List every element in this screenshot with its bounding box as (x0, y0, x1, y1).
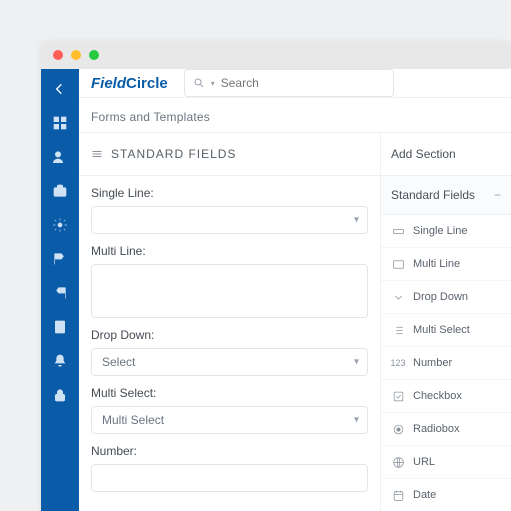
multi-line-input[interactable] (91, 264, 368, 318)
field-label: Drop Down: (91, 328, 368, 342)
field-multi-line: Multi Line: (79, 234, 380, 318)
number-icon: 123 (391, 356, 405, 370)
fieldtype-multi-select[interactable]: Multi Select (381, 314, 511, 347)
dashboard-icon[interactable] (52, 115, 68, 131)
fieldtype-label: URL (413, 456, 435, 468)
section-header: STANDARD FIELDS (79, 133, 380, 176)
multi-select-input[interactable]: Multi Select ▾ (91, 406, 368, 434)
users-icon[interactable] (52, 149, 68, 165)
header: FieldCircle ▾ (79, 69, 511, 98)
form-canvas: STANDARD FIELDS Single Line: ▾ Multi Lin… (79, 132, 381, 511)
field-label: Single Line: (91, 186, 368, 200)
chevron-down-icon: ▾ (211, 79, 215, 88)
select-value: Select (102, 355, 135, 369)
fieldtype-radiobox[interactable]: Radiobox (381, 413, 511, 446)
breadcrumb: Forms and Templates (79, 98, 511, 132)
back-icon[interactable] (52, 81, 68, 97)
main-panel: FieldCircle ▾ Forms and Templates STANDA… (79, 69, 511, 511)
fieldtype-label: Multi Select (413, 324, 470, 336)
minus-icon[interactable]: − (494, 188, 501, 202)
fieldtype-single-line[interactable]: Single Line (381, 215, 511, 248)
field-label: Number: (91, 444, 368, 458)
fieldtype-multi-line[interactable]: Multi Line (381, 248, 511, 281)
fieldtype-drop-down[interactable]: Drop Down (381, 281, 511, 314)
field-number: Number: (79, 434, 380, 492)
section-title-label: STANDARD FIELDS (111, 147, 236, 161)
flag-out-icon[interactable] (52, 251, 68, 267)
logo-part-b: Circle (126, 75, 168, 92)
panel-title: Standard Fields (391, 188, 475, 202)
lock-icon[interactable] (52, 387, 68, 403)
number-input[interactable] (91, 464, 368, 492)
fieldtype-checkbox[interactable]: Checkbox (381, 380, 511, 413)
logo: FieldCircle (91, 75, 168, 92)
logo-part-a: Field (91, 75, 126, 92)
fieldtype-url[interactable]: URL (381, 446, 511, 479)
maximize-icon[interactable] (89, 50, 99, 60)
fieldtype-label: Drop Down (413, 291, 468, 303)
bell-icon[interactable] (52, 353, 68, 369)
panel-header[interactable]: Standard Fields − (381, 176, 511, 215)
flag-in-icon[interactable] (52, 285, 68, 301)
text-icon (391, 224, 405, 238)
minimize-icon[interactable] (71, 50, 81, 60)
select-value: Multi Select (102, 413, 164, 427)
field-single-line: Single Line: ▾ (79, 176, 380, 234)
fieldtype-number[interactable]: 123 Number (381, 347, 511, 380)
field-label: Multi Line: (91, 244, 368, 258)
fieldtype-date[interactable]: Date (381, 479, 511, 511)
fieldtype-label: Radiobox (413, 423, 459, 435)
calendar-icon (391, 488, 405, 502)
checkbox-icon (391, 389, 405, 403)
fieldtype-label: Checkbox (413, 390, 462, 402)
list-icon (391, 323, 405, 337)
chevron-down-icon (391, 290, 405, 304)
field-multi-select: Multi Select: Multi Select ▾ (79, 376, 380, 434)
field-label: Multi Select: (91, 386, 368, 400)
fieldtype-label: Date (413, 489, 436, 501)
close-icon[interactable] (53, 50, 63, 60)
sidebar (41, 69, 79, 511)
field-types-panel: Add Section Standard Fields − Single Lin… (381, 132, 511, 511)
drag-handle-icon[interactable] (91, 148, 103, 160)
search-input[interactable] (221, 76, 385, 90)
chevron-down-icon: ▾ (354, 215, 359, 226)
drop-down-input[interactable]: Select ▾ (91, 348, 368, 376)
fieldtype-label: Number (413, 357, 452, 369)
chevron-down-icon: ▾ (354, 415, 359, 426)
fieldtype-label: Multi Line (413, 258, 460, 270)
search-icon (193, 77, 205, 89)
chevron-down-icon: ▾ (354, 357, 359, 368)
field-drop-down: Drop Down: Select ▾ (79, 318, 380, 376)
app-window: FieldCircle ▾ Forms and Templates STANDA… (41, 41, 511, 511)
gear-icon[interactable] (52, 217, 68, 233)
fieldtype-label: Single Line (413, 225, 467, 237)
textarea-icon (391, 257, 405, 271)
globe-icon (391, 455, 405, 469)
single-line-input[interactable]: ▾ (91, 206, 368, 234)
document-icon[interactable] (52, 319, 68, 335)
radio-icon (391, 422, 405, 436)
add-section-button[interactable]: Add Section (381, 133, 511, 176)
search-input-wrap[interactable]: ▾ (184, 69, 394, 97)
titlebar (41, 41, 511, 69)
briefcase-icon[interactable] (52, 183, 68, 199)
